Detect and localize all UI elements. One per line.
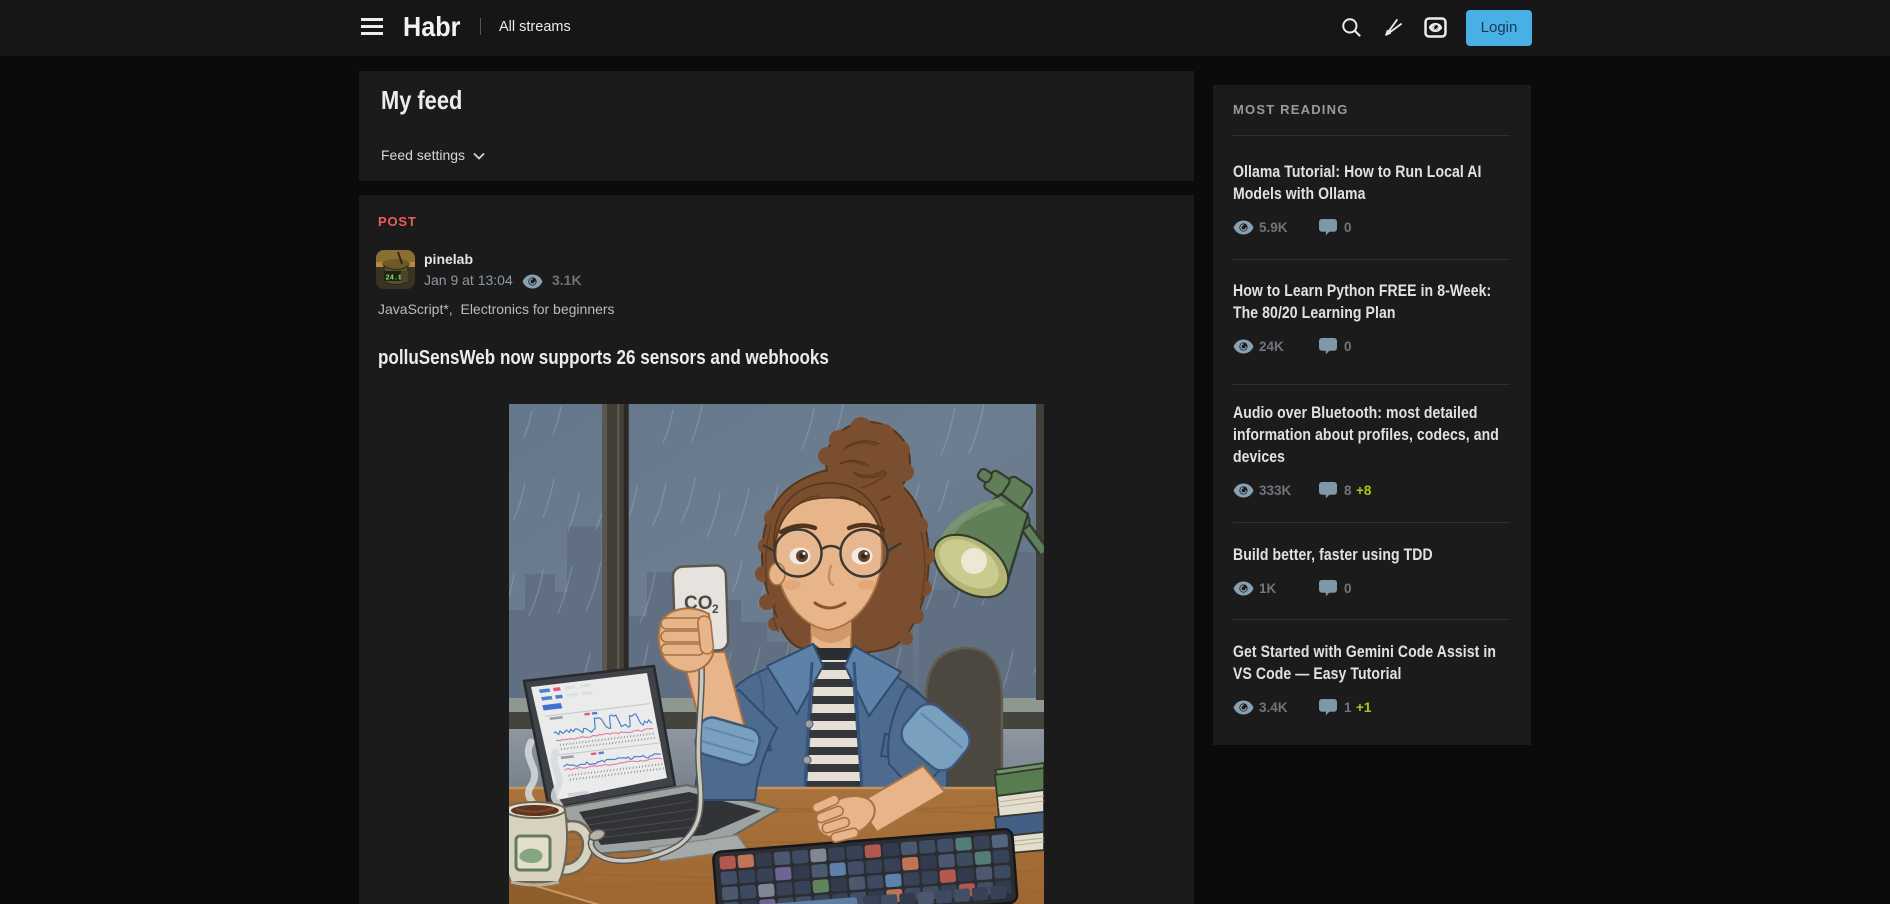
svg-text:24.9: 24.9: [386, 275, 403, 283]
